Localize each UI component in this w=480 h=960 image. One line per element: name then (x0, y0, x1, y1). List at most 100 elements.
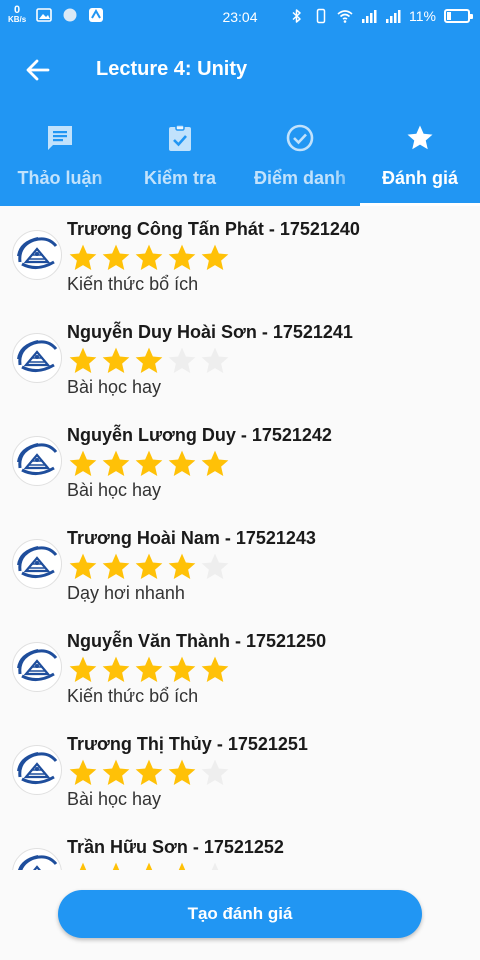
star-filled-icon (102, 656, 130, 682)
star-filled-icon (201, 450, 229, 476)
reviewer-name: Trần Hữu Sơn - 17521252 (67, 837, 284, 857)
star-icon (407, 125, 433, 150)
reviewer-name: Trương Hoài Nam - 17521243 (67, 528, 316, 548)
review-list[interactable]: Trương Công Tấn Phát - 17521240 Kiến thức… (0, 206, 480, 870)
avatar (12, 333, 62, 383)
university-logo-icon (17, 649, 58, 681)
assignment-check-icon (169, 124, 191, 151)
signal-icon-1 (362, 10, 377, 23)
university-logo-icon (17, 237, 58, 269)
check-circle-icon (286, 124, 314, 152)
list-item[interactable]: Trần Hữu Sơn - 17521252 (0, 824, 480, 870)
star-empty-icon (168, 347, 196, 373)
star-filled-icon (135, 347, 163, 373)
university-logo-icon (17, 443, 58, 475)
tab-rating[interactable]: Đánh giá (360, 106, 480, 206)
tab-attendance-label: Điểm danh (253, 168, 346, 188)
star-filled-icon (145, 862, 153, 870)
star-filled-icon (168, 656, 196, 682)
star-empty-icon (211, 862, 219, 870)
star-filled-icon (79, 862, 87, 870)
status-bar-right: 11% (289, 8, 473, 24)
tab-quiz[interactable]: Kiểm tra (120, 106, 240, 206)
star-filled-icon (168, 244, 196, 270)
tab-quiz-label: Kiểm tra (143, 168, 217, 188)
avatar (12, 745, 62, 795)
bluetooth-icon (292, 9, 301, 23)
star-filled-icon (102, 244, 130, 270)
avatar (12, 848, 62, 870)
star-filled-icon (69, 553, 97, 579)
star-filled-icon (201, 244, 229, 270)
rating-stars (67, 654, 231, 686)
list-item[interactable]: Nguyễn Lương Duy - 17521242 Bài học hay (0, 412, 480, 515)
star-filled-icon (69, 656, 97, 682)
status-bar: 0 KB/s 23:04 11% (0, 0, 480, 34)
create-review-button[interactable]: Tạo đánh giá (58, 890, 422, 938)
star-filled-icon (168, 553, 196, 579)
reviewer-name: Nguyễn Duy Hoài Sơn - 17521241 (67, 322, 353, 342)
rating-stars (67, 345, 231, 377)
wifi-icon (337, 10, 353, 23)
star-filled-icon (135, 450, 163, 476)
review-comment: Dạy hơi nhanh (67, 583, 185, 603)
battery-icon (444, 9, 473, 23)
review-comment: Kiến thức bổ ích (67, 274, 199, 294)
star-filled-icon (102, 347, 130, 373)
star-filled-icon (135, 553, 163, 579)
tab-attendance[interactable]: Điểm danh (240, 106, 360, 206)
tab-bar: Thảo luận Kiểm tra Điểm danh Đánh giá (0, 106, 480, 206)
university-logo-icon (17, 340, 58, 372)
review-comment: Kiến thức bổ ích (67, 686, 199, 706)
university-logo-icon (17, 752, 58, 784)
reviewer-name: Trương Thị Thủy - 17521251 (67, 734, 308, 754)
star-filled-icon (69, 759, 97, 785)
rating-stars (67, 551, 231, 583)
star-filled-icon (69, 244, 97, 270)
avatar (12, 642, 62, 692)
star-filled-icon (69, 450, 97, 476)
page-title: Lecture 4: Unity (96, 58, 248, 80)
avatar (12, 230, 62, 280)
battery-percent: 11% (409, 8, 436, 24)
avatar (12, 436, 62, 486)
vibrate-icon (316, 8, 326, 24)
star-filled-icon (102, 759, 130, 785)
reviewer-name: Nguyễn Lương Duy - 17521242 (67, 425, 332, 445)
review-comment: Bài học hay (67, 377, 162, 397)
star-empty-icon (201, 759, 229, 785)
rating-stars (67, 242, 231, 274)
list-item[interactable]: Trương Công Tấn Phát - 17521240 Kiến thức… (0, 206, 480, 309)
star-empty-icon (201, 347, 229, 373)
list-item[interactable]: Nguyễn Duy Hoài Sơn - 17521241 Bài học ha… (0, 309, 480, 412)
star-filled-icon (69, 347, 97, 373)
star-filled-icon (112, 862, 120, 870)
tab-discussion[interactable]: Thảo luận (0, 106, 120, 206)
avatar (12, 539, 62, 589)
back-button[interactable] (18, 50, 58, 90)
star-filled-icon (178, 862, 186, 870)
app-bar: Lecture 4: Unity (0, 34, 480, 106)
tab-discussion-label: Thảo luận (17, 168, 103, 188)
review-comment: Bài học hay (67, 789, 162, 809)
signal-icon-2 (386, 10, 401, 23)
tab-rating-label: Đánh giá (381, 168, 458, 188)
star-filled-icon (168, 759, 196, 785)
star-filled-icon (102, 553, 130, 579)
star-filled-icon (135, 656, 163, 682)
star-filled-icon (135, 244, 163, 270)
list-item[interactable]: Nguyễn Văn Thành - 17521250 Kiến thức bổ … (0, 618, 480, 721)
star-filled-icon (102, 450, 130, 476)
arrow-back-icon (26, 59, 50, 81)
list-item[interactable]: Trương Thị Thủy - 17521251 Bài học hay (0, 721, 480, 824)
forum-icon (48, 126, 72, 150)
star-filled-icon (201, 656, 229, 682)
reviewer-name: Nguyễn Văn Thành - 17521250 (67, 631, 327, 651)
star-filled-icon (135, 759, 163, 785)
reviewer-name: Trương Công Tấn Phát - 17521240 (67, 219, 360, 239)
star-empty-icon (201, 553, 229, 579)
list-item[interactable]: Trương Hoài Nam - 17521243 Dạy hơi nhanh (0, 515, 480, 618)
university-logo-icon (17, 855, 58, 870)
review-comment: Bài học hay (67, 480, 162, 500)
star-filled-icon (168, 450, 196, 476)
